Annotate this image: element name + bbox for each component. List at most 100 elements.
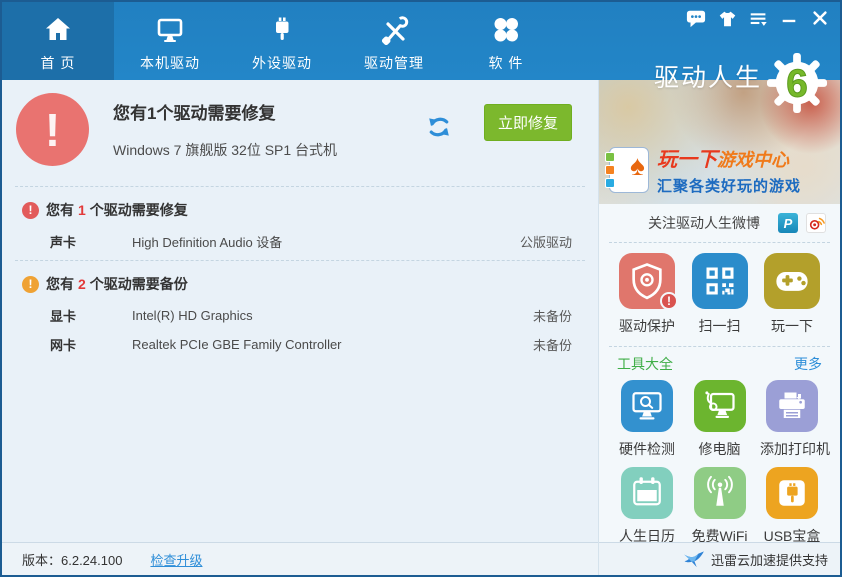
app-logo: 驱动人生 6 [654,38,828,114]
blue-square [605,177,615,188]
monitor-magnifier-icon [621,380,673,432]
usb-box-icon [766,467,818,519]
driver-row[interactable]: 网卡 Realtek PCIe GBE Family Controller 未备… [2,330,598,359]
device-type: 声卡 [50,235,77,250]
spade-glyph: ♠ [630,149,645,181]
spade-card-icon: ♠ [605,146,649,193]
tab-label: 软 件 [488,55,524,71]
xunlei-bird-icon [684,551,704,568]
nav-tabs: 首 页 本机驱动 外设驱动 驱动管理 软 件 [2,2,562,80]
app-hardware-check[interactable]: 硬件检测 [615,380,679,459]
tencent-weibo-icon[interactable]: P [778,213,798,233]
device-type: 网卡 [50,338,77,353]
banner-content: ♠ 玩一下游戏中心 汇聚各类好玩的游戏 [605,143,801,196]
tab-local-drivers[interactable]: 本机驱动 [114,2,226,80]
clover-icon [491,13,521,47]
tab-label: 本机驱动 [140,55,200,71]
monitor-icon [155,13,185,47]
device-status: 未备份 [532,338,572,353]
tools-row-1: 硬件检测 修电脑 添加打印机 [599,376,840,465]
app-label: 硬件检测 [619,441,675,457]
repair-section-header: ! 您有 1 个驱动需要修复 [2,196,598,227]
tab-label: 首 页 [40,55,76,71]
app-calendar[interactable]: 人生日历 [615,467,679,546]
tab-driver-management[interactable]: 驱动管理 [338,2,450,80]
tools-icon [379,13,409,47]
fix-now-button[interactable]: 立即修复 [484,104,572,141]
shield-gear-icon: ! [619,253,678,310]
device-status: 公版驱动 [519,235,572,250]
banner-title-part1: 玩一下 [657,149,717,171]
close-icon[interactable] [808,8,832,28]
sponsor-bar: 迅雷云加速提供支持 [599,542,840,575]
app-label: 驱动保护 [619,318,675,334]
alert-exclamation-icon: ! [16,93,89,166]
tab-label: 驱动管理 [364,55,424,71]
alert-badge: ! [660,292,678,310]
green-square [605,151,615,162]
rescan-icon[interactable] [425,113,453,141]
device-name: Realtek PCIe GBE Family Controller [132,337,342,352]
app-add-printer[interactable]: 添加打印机 [760,380,830,459]
warning-icon-orange: ! [22,275,39,293]
app-play-games[interactable]: 玩一下 [760,253,824,336]
banner-text: 玩一下游戏中心 汇聚各类好玩的游戏 [657,143,801,196]
app-label: 添加打印机 [760,441,830,457]
device-type: 显卡 [50,309,77,324]
tab-label: 外设驱动 [252,55,312,71]
navbar: 首 页 本机驱动 外设驱动 驱动管理 软 件 驱动人生 6 [2,2,840,114]
driver-row[interactable]: 显卡 Intel(R) HD Graphics 未备份 [2,301,598,330]
monitor-stethoscope-icon [693,380,746,432]
content: ! 您有1个驱动需要修复 Windows 7 旗舰版 32位 SP1 台式机 立… [2,80,840,575]
device-status: 未备份 [532,309,572,324]
wifi-antenna-icon [693,467,746,519]
app-fix-computer[interactable]: 修电脑 [688,380,752,459]
sina-weibo-icon[interactable] [806,213,826,233]
app-label: 修电脑 [698,441,741,457]
repair-section-title: 您有 1 个驱动需要修复 [46,202,188,218]
system-info: Windows 7 旗舰版 32位 SP1 台式机 [113,142,338,158]
logo-text: 驱动人生 [653,64,762,92]
version-label: 版本：6.2.24.100 [22,552,123,568]
warning-icon-red: ! [22,201,39,219]
backup-count: 2 [78,276,86,292]
tools-title: 工具大全 [617,356,673,372]
tools-header: 工具大全 更多 [599,347,840,376]
device-name: Intel(R) HD Graphics [132,308,253,323]
tab-software[interactable]: 软 件 [450,2,562,80]
tools-row-2: 人生日历 免费WiFi USB宝盒 [599,465,840,552]
titlebar-buttons [684,8,832,28]
menu-icon[interactable] [746,8,770,28]
app-driver-protect[interactable]: ! 驱动保护 [615,253,679,336]
weibo-row: 关注驱动人生微博 P [599,204,840,242]
app-free-wifi[interactable]: 免费WiFi [688,467,752,546]
app-label: 扫一扫 [698,318,741,334]
gamepad-icon [764,253,820,309]
gear-logo-icon: 6 [766,52,828,114]
calendar-icon [621,467,673,519]
minimize-icon[interactable] [777,8,801,28]
app-window: 首 页 本机驱动 外设驱动 驱动管理 软 件 驱动人生 6 ! 您有1个驱动需要… [0,0,842,577]
driver-row[interactable]: 声卡 High Definition Audio 设备 公版驱动 [2,227,598,256]
backup-section: ! 您有 2 个驱动需要备份 显卡 Intel(R) HD Graphics 未备份… [2,261,598,363]
banner-subtitle: 汇聚各类好玩的游戏 [657,178,802,195]
tab-home[interactable]: 首 页 [2,2,114,80]
version-bar: 版本：6.2.24.100 检查升级 [2,542,598,575]
sidebar: ♠ 玩一下游戏中心 汇聚各类好玩的游戏 关注驱动人生微博 P ! 驱动保护 扫一… [598,80,840,575]
check-upgrade-link[interactable]: 检查升级 [150,550,202,569]
tab-peripheral-drivers[interactable]: 外设驱动 [226,2,338,80]
alert-title: 您有1个驱动需要修复 [113,104,276,123]
skin-icon[interactable] [715,8,739,28]
device-name: High Definition Audio 设备 [132,235,283,250]
repair-count: 1 [78,202,86,218]
qr-code-icon [691,253,748,309]
app-scan-qr[interactable]: 扫一扫 [688,253,752,336]
backup-section-title: 您有 2 个驱动需要备份 [46,276,188,292]
more-link[interactable]: 更多 [794,354,822,374]
home-icon [43,13,73,47]
printer-icon [766,380,818,432]
backup-section-header: ! 您有 2 个驱动需要备份 [2,270,598,301]
shortcuts-row: ! 驱动保护 扫一扫 玩一下 [599,243,840,342]
app-usb-box[interactable]: USB宝盒 [760,467,824,546]
feedback-icon[interactable] [684,8,708,28]
